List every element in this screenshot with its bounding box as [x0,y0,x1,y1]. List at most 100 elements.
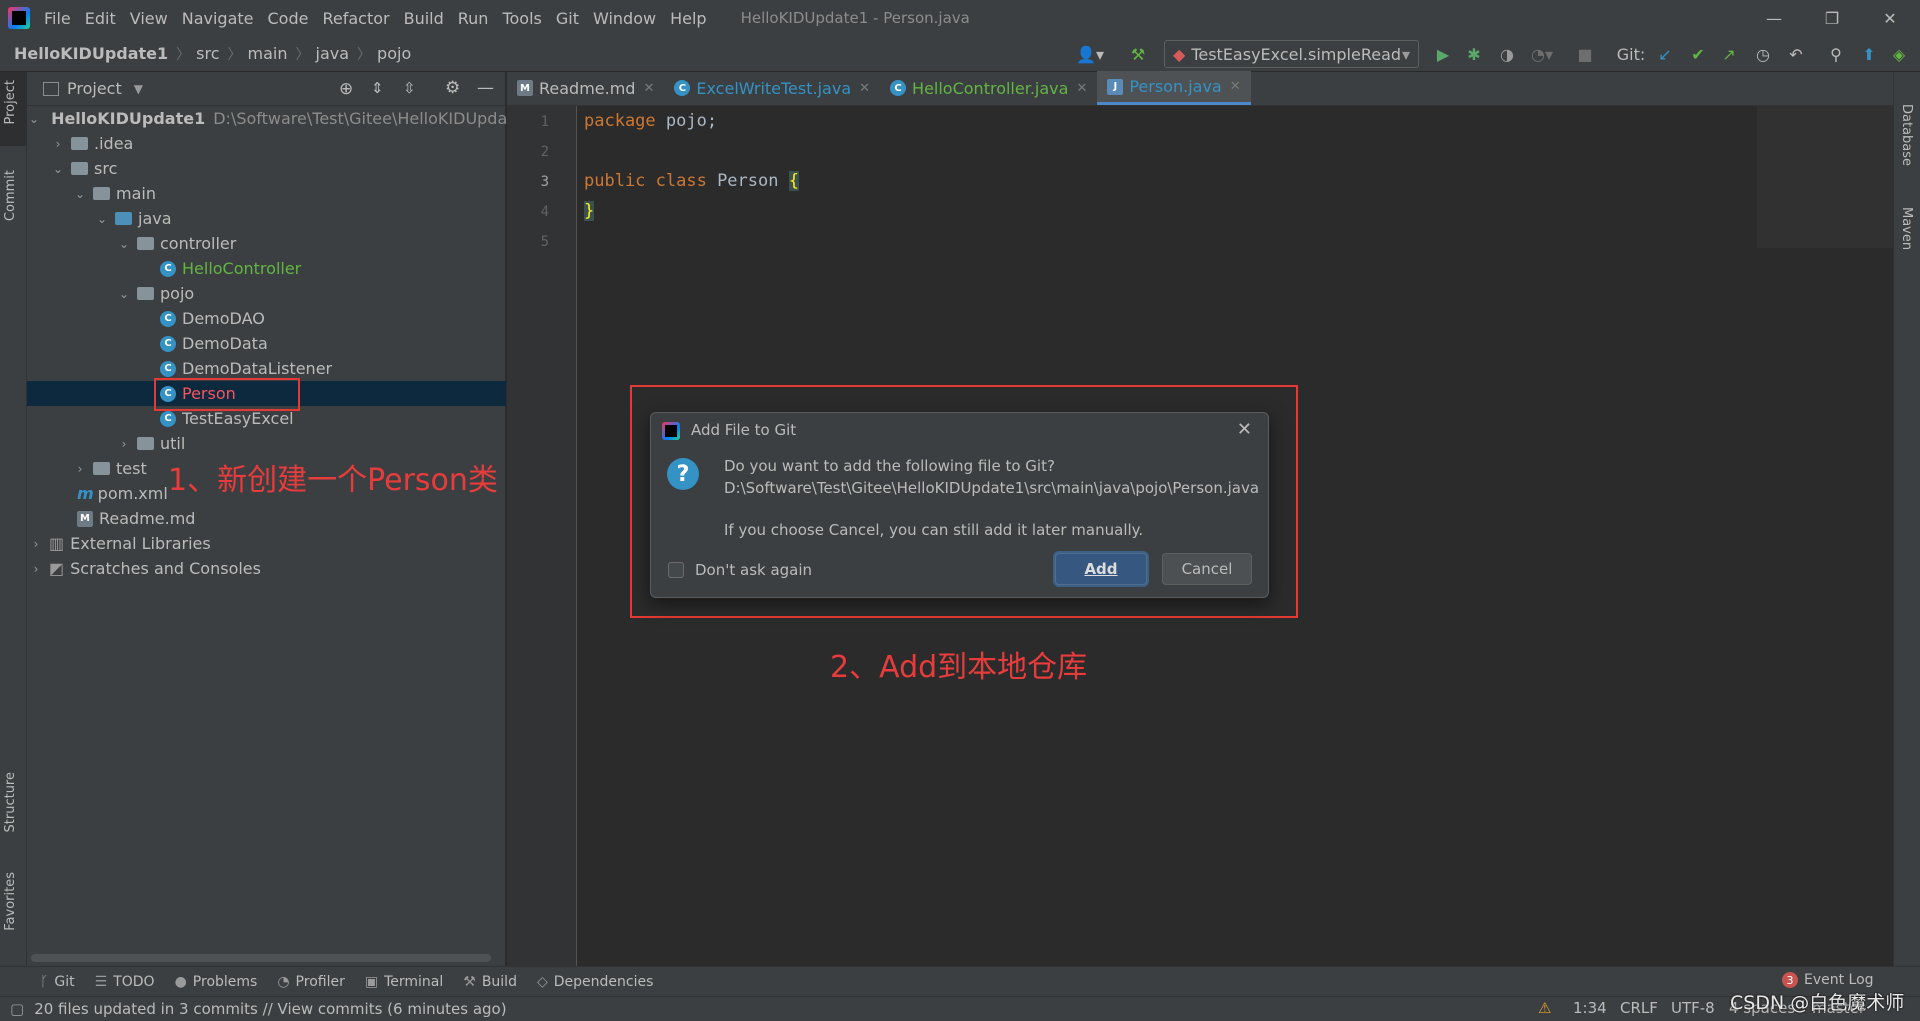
tree-item-demodao[interactable]: C DemoDAO [27,306,506,331]
tool-label: Git [54,973,75,990]
tab-person[interactable]: J Person.java ✕ [1097,71,1251,105]
markdown-file-icon: M [77,510,93,527]
tree-item-main[interactable]: ⌄ main [27,181,506,206]
user-icon[interactable]: 👤▾ [1075,41,1105,67]
menu-build[interactable]: Build [404,9,444,28]
tool-terminal[interactable]: ▣ Terminal [365,974,443,990]
hide-panel-icon[interactable]: — [477,78,494,98]
caret-position[interactable]: 1:34 [1573,999,1607,1017]
expand-all-icon[interactable]: ⇕ [371,79,384,97]
tree-item-java[interactable]: ⌄ java [27,206,506,231]
tool-event-log[interactable]: 3 Event Log [1782,972,1874,988]
tree-item-hellocontroller[interactable]: C HelloController [27,256,506,281]
history-icon[interactable]: ◷ [1750,41,1776,67]
menu-help[interactable]: Help [670,9,706,28]
menu-run[interactable]: Run [458,9,489,28]
tree-item-project-root[interactable]: ⌄ HelloKIDUpdate1 D:\Software\Test\Gitee… [27,106,523,131]
tool-tab-structure[interactable]: Structure [3,772,18,832]
java-class-icon: C [160,310,176,327]
status-message[interactable]: 20 files updated in 3 commits // View co… [34,1000,506,1018]
menu-window[interactable]: Window [593,9,656,28]
breadcrumb-project[interactable]: HelloKIDUpdate1 [14,44,168,63]
tool-tab-commit[interactable]: Commit [3,170,18,221]
tool-problems[interactable]: ● Problems [175,974,258,990]
breadcrumb-java[interactable]: java [316,44,350,63]
git-update-icon[interactable]: ↙ [1652,41,1678,67]
tree-item-external-libraries[interactable]: › ▥ External Libraries [27,531,506,556]
project-panel-title[interactable]: Project [67,79,122,98]
dont-ask-checkbox[interactable] [668,562,684,578]
close-icon[interactable]: ✕ [1230,79,1241,94]
coverage-icon[interactable]: ◑ [1494,41,1520,67]
profile-icon[interactable]: ◔▾ [1524,41,1560,67]
run-icon[interactable]: ▶ [1430,41,1456,67]
rollback-icon[interactable]: ↶ [1783,41,1809,67]
tree-item-controller[interactable]: ⌄ controller [27,231,506,256]
window-title: HelloKIDUpdate1 - Person.java [740,9,970,27]
tool-tab-maven[interactable]: Maven [1899,207,1914,250]
tree-item-readme[interactable]: M Readme.md [27,506,506,531]
breadcrumb-src[interactable]: src [196,44,219,63]
minimize-button[interactable]: — [1746,0,1802,36]
close-icon[interactable]: ✕ [1237,419,1252,440]
tree-item-scratches[interactable]: › ◩ Scratches and Consoles [27,556,506,581]
tree-item-src[interactable]: ⌄ src [27,156,506,181]
cancel-button[interactable]: Cancel [1162,553,1252,585]
brace: } [584,201,595,221]
menu-refactor[interactable]: Refactor [322,9,389,28]
tree-item-demodata[interactable]: C DemoData [27,331,506,356]
restore-button[interactable]: ❐ [1804,0,1860,36]
folder-icon [93,187,110,200]
close-icon[interactable]: ✕ [1076,81,1087,96]
locate-icon[interactable]: ⊕ [339,79,353,99]
gear-icon[interactable]: ⚙ [445,78,460,98]
breadcrumb-main[interactable]: main [248,44,288,63]
tree-item-label: HelloController [182,259,302,278]
tab-hellocontroller[interactable]: C HelloController.java ✕ [880,71,1097,105]
file-encoding[interactable]: UTF-8 [1671,999,1715,1017]
horizontal-scrollbar[interactable] [31,954,491,962]
tool-tab-database[interactable]: Database [1899,104,1914,166]
event-count-badge: 3 [1782,972,1798,988]
chevron-down-icon[interactable]: ▼ [134,82,143,96]
update-icon[interactable]: ⬆ [1856,41,1882,67]
dont-ask-label[interactable]: Don't ask again [695,561,812,579]
menu-tools[interactable]: Tools [502,9,541,28]
tool-profiler[interactable]: ◔ Profiler [277,974,345,990]
tab-readme[interactable]: M Readme.md ✕ [507,71,664,105]
stop-icon[interactable]: ■ [1574,41,1596,67]
tree-item-idea[interactable]: › .idea [27,131,506,156]
tab-excelwritetest[interactable]: C ExcelWriteTest.java ✕ [664,71,880,105]
tool-git[interactable]: ᚴ Git [40,974,75,990]
tool-dependencies[interactable]: ◇ Dependencies [537,974,653,990]
menu-edit[interactable]: Edit [85,9,116,28]
tree-item-util[interactable]: › util [27,431,506,456]
menu-view[interactable]: View [130,9,168,28]
git-push-icon[interactable]: ↗ [1716,41,1742,67]
add-button[interactable]: Add [1055,553,1147,585]
menu-code[interactable]: Code [268,9,309,28]
menu-navigate[interactable]: Navigate [182,9,254,28]
run-configuration-select[interactable]: ◆ TestEasyExcel.simpleRead ▾ [1164,40,1419,68]
menu-file[interactable]: File [44,9,71,28]
warning-icon[interactable]: ⚠ [1538,999,1551,1017]
menu-git[interactable]: Git [556,9,579,28]
debug-icon[interactable]: ✱ [1461,41,1487,67]
plugin-icon[interactable]: ◈ [1886,41,1912,67]
close-icon[interactable]: ✕ [859,81,870,96]
tree-item-pojo[interactable]: ⌄ pojo [27,281,506,306]
tool-tab-project[interactable]: Project [3,80,18,124]
close-window-button[interactable]: ✕ [1862,0,1918,36]
toggle-tool-windows-icon[interactable]: ▢ [10,1000,24,1018]
tool-tab-favorites[interactable]: Favorites [3,872,18,931]
line-separator[interactable]: CRLF [1620,999,1658,1017]
tool-todo[interactable]: ☰ TODO [95,974,155,990]
minimap[interactable] [1757,106,1893,248]
breadcrumb-pojo[interactable]: pojo [377,44,411,63]
build-hammer-icon[interactable]: ⚒ [1125,41,1151,67]
git-commit-icon[interactable]: ✔ [1685,41,1711,67]
close-icon[interactable]: ✕ [643,81,654,96]
collapse-all-icon[interactable]: ⇳ [403,79,416,97]
tool-build[interactable]: ⚒ Build [463,974,517,990]
search-icon[interactable]: ⚲ [1823,41,1849,67]
